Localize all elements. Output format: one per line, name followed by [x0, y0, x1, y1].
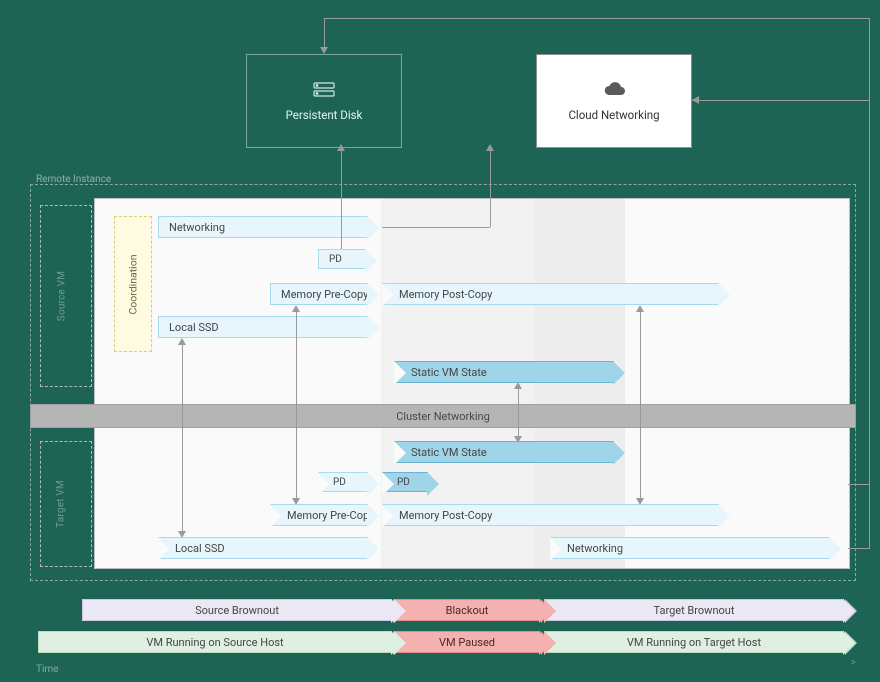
source-vm-bracket: Source VM — [40, 205, 92, 387]
cluster-networking-label: Cluster Networking — [396, 410, 490, 423]
arrowhead-up-icon — [514, 382, 522, 389]
phase-paused: VM Paused — [394, 631, 540, 653]
connector — [296, 307, 297, 503]
persistent-disk-label: Persistent Disk — [286, 108, 363, 122]
coordination-box: Coordination — [114, 216, 152, 352]
connector — [341, 148, 342, 249]
connector — [382, 227, 490, 228]
tgt-pd-pre: PD — [318, 472, 368, 492]
connector — [640, 307, 641, 503]
tgt-mem-precopy: Memory Pre-Copy — [270, 504, 368, 526]
source-vm-label: Source VM — [57, 271, 68, 321]
src-pd: PD — [318, 249, 366, 269]
arrowhead-up-icon — [292, 305, 300, 312]
phase-run-src: VM Running on Source Host — [38, 631, 392, 653]
connector — [848, 548, 870, 549]
arrowhead-up-icon — [486, 144, 494, 151]
target-vm-label: Target VM — [55, 480, 66, 528]
axis-time-label: Time — [36, 664, 58, 675]
cloud-networking-label: Cloud Networking — [568, 108, 659, 122]
arrowhead-left-icon — [692, 96, 699, 104]
src-static-vm-state: Static VM State — [394, 361, 614, 383]
cluster-networking-band: Cluster Networking — [30, 404, 856, 428]
src-networking: Networking — [158, 216, 368, 238]
coordination-label: Coordination — [127, 254, 140, 314]
axis-time-tick: > — [851, 658, 856, 668]
arrowhead-down-icon — [636, 498, 644, 505]
arrowhead-up-icon — [636, 305, 644, 312]
connector — [692, 100, 870, 101]
disk-icon — [310, 80, 338, 100]
connector — [490, 148, 491, 227]
arrowhead-down-icon — [514, 436, 522, 443]
connector — [848, 484, 870, 485]
tgt-pd-post: PD — [382, 472, 428, 492]
service-cloud-networking: Cloud Networking — [536, 54, 692, 148]
arrowhead-down-icon — [178, 531, 186, 538]
tgt-static-vm-state: Static VM State — [394, 441, 614, 463]
phase-brownout-tgt: Target Brownout — [544, 599, 844, 621]
tgt-networking: Networking — [550, 537, 830, 559]
src-local-ssd: Local SSD — [158, 316, 368, 338]
arrowhead-down-icon — [320, 47, 328, 54]
tgt-mem-postcopy: Memory Post-Copy — [382, 504, 719, 526]
service-persistent-disk: Persistent Disk — [246, 54, 402, 148]
arrowhead-up-icon — [178, 338, 186, 345]
connector — [869, 18, 870, 484]
cloud-icon — [600, 80, 628, 100]
src-mem-postcopy: Memory Post-Copy — [382, 283, 719, 305]
connector — [518, 384, 519, 440]
target-vm-bracket: Target VM — [40, 441, 92, 567]
tgt-local-ssd: Local SSD — [158, 537, 368, 559]
phase-brownout-src: Source Brownout — [82, 599, 392, 621]
phase-run-tgt: VM Running on Target Host — [544, 631, 844, 653]
src-mem-precopy: Memory Pre-Copy — [270, 283, 368, 305]
arrowhead-down-icon — [292, 498, 300, 505]
connector — [324, 18, 870, 19]
connector — [182, 340, 183, 536]
phase-blackout: Blackout — [394, 599, 540, 621]
arrowhead-up-icon — [337, 144, 345, 151]
connector — [869, 484, 870, 548]
